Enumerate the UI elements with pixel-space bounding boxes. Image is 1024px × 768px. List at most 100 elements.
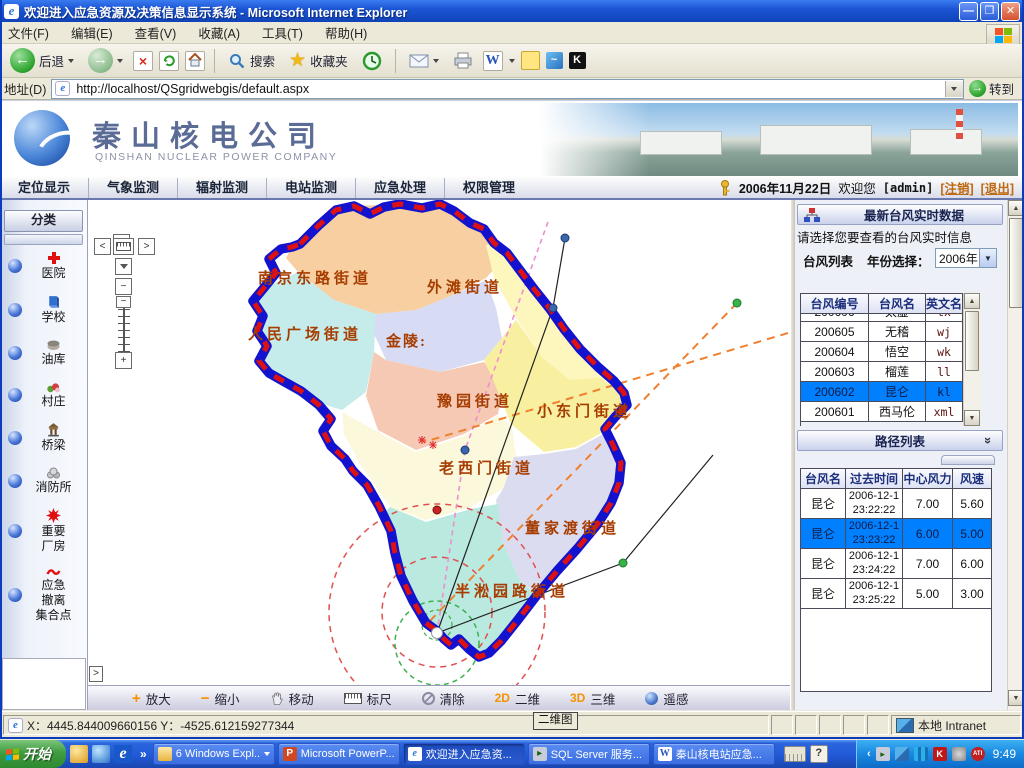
map-tool-pan[interactable]: 移动 xyxy=(270,689,314,708)
path-list-header[interactable]: 路径列表 » xyxy=(797,430,1003,451)
typhoon-row[interactable]: 200604悟空wk xyxy=(801,342,964,362)
quick-launch-icon-1[interactable] xyxy=(70,745,88,763)
zoom-out-step-button[interactable]: − xyxy=(115,278,132,295)
district-map-svg[interactable] xyxy=(88,200,790,685)
tab-radiation-monitoring[interactable]: 辐射监测 xyxy=(178,178,267,198)
address-input[interactable] xyxy=(74,80,941,98)
sidebar-item-bridge[interactable]: 桥梁 xyxy=(0,422,87,453)
stop-button[interactable]: × xyxy=(133,51,153,71)
sidebar-item-school[interactable]: 学校 xyxy=(0,294,87,325)
taskbar-window-word[interactable]: W 秦山核电站应急... xyxy=(653,743,775,765)
home-button[interactable] xyxy=(185,51,205,71)
print-button[interactable] xyxy=(449,50,477,72)
col-header-center-wind[interactable]: 中心风力 xyxy=(903,469,953,489)
combo-arrow-icon[interactable]: ▼ xyxy=(979,249,996,267)
notes-icon[interactable] xyxy=(521,51,540,70)
scroll-up-icon[interactable]: ▲ xyxy=(1008,200,1024,216)
map-corner-expand-button[interactable]: > xyxy=(89,666,103,682)
menu-edit[interactable]: 编辑(E) xyxy=(71,23,113,42)
typhoon-panel-header[interactable]: 最新台风实时数据 xyxy=(797,204,1003,225)
menu-view[interactable]: 查看(V) xyxy=(135,23,177,42)
col-header-path-name[interactable]: 台风名 xyxy=(801,469,846,489)
map-tool-zoom-out[interactable]: − 缩小 xyxy=(201,689,240,708)
sidebar-item-evacuation-point[interactable]: 应急 撤离 集合点 xyxy=(0,567,87,623)
tray-antivirus-icon[interactable]: K xyxy=(933,747,947,761)
go-button[interactable]: → 转到 xyxy=(969,79,1020,98)
taskbar-window-ie-active[interactable]: e 欢迎进入应急资... xyxy=(403,743,525,765)
address-dropdown-button[interactable] xyxy=(945,81,963,97)
path-row[interactable]: 昆仑2006-12-1 23:24:227.006.00 xyxy=(801,549,991,579)
col-header-typhoon-en[interactable]: 英文名 xyxy=(926,294,963,314)
maximize-button[interactable]: ❐ xyxy=(980,2,999,21)
k-tool-icon[interactable]: K xyxy=(569,52,586,69)
minimize-button[interactable]: — xyxy=(959,2,978,21)
panel-scrollbar[interactable]: ▲ ▼ xyxy=(1007,200,1024,710)
close-button[interactable]: ✕ xyxy=(1001,2,1020,21)
tray-sql-icon[interactable]: ▸ xyxy=(876,747,890,761)
sidebar-item-village[interactable]: 村庄 xyxy=(0,380,87,409)
taskbar-window-explorer-group[interactable]: 6 Windows Expl... xyxy=(153,743,275,765)
year-select[interactable]: 2006年 ▼ xyxy=(935,248,997,268)
tab-location-display[interactable]: 定位显示 xyxy=(0,178,89,198)
quick-launch-icon-2[interactable] xyxy=(92,745,110,763)
forward-dropdown-icon[interactable] xyxy=(117,59,123,63)
mail-button[interactable] xyxy=(405,52,443,70)
scroll-down-icon[interactable]: ▼ xyxy=(964,410,980,426)
sidebar-item-fire-station[interactable]: 消防所 xyxy=(0,466,87,495)
menu-file[interactable]: 文件(F) xyxy=(8,23,49,42)
sidebar-item-oil-depot[interactable]: 油库 xyxy=(0,338,87,367)
tray-grid-icon[interactable] xyxy=(914,747,928,761)
zoom-slider[interactable] xyxy=(116,308,132,352)
tray-network-icon[interactable] xyxy=(895,747,909,761)
map-tool-2d[interactable]: 2D 二维 xyxy=(495,689,540,708)
messenger-icon[interactable]: ~ xyxy=(546,52,563,69)
typhoon-list-scrollbar[interactable]: ▲ ▼ xyxy=(963,293,981,426)
menu-help[interactable]: 帮助(H) xyxy=(325,23,367,42)
typhoon-row[interactable]: 200605无稽wj xyxy=(801,322,964,342)
menu-tools[interactable]: 工具(T) xyxy=(262,23,303,42)
logout-link[interactable]: [注销] xyxy=(940,178,973,197)
quick-launch-ie-icon[interactable]: e xyxy=(114,745,132,763)
col-header-typhoon-name[interactable]: 台风名 xyxy=(869,294,926,314)
map-tool-3d[interactable]: 3D 三维 xyxy=(570,689,615,708)
map-tool-clear[interactable]: 清除 xyxy=(422,689,465,708)
taskbar-window-powerpoint[interactable]: P Microsoft PowerP... xyxy=(278,743,400,765)
map-tool-zoom-in[interactable]: + 放大 xyxy=(132,689,171,708)
back-button[interactable]: ← 后退 xyxy=(6,46,78,75)
tab-station-monitoring[interactable]: 电站监测 xyxy=(267,178,356,198)
menu-favorites[interactable]: 收藏(A) xyxy=(198,23,240,42)
sidebar-item-important-plant[interactable]: 重要 厂房 xyxy=(0,508,87,554)
typhoon-row[interactable]: 200601西马伦xml xyxy=(801,402,964,422)
typhoon-row[interactable]: 200606太虚tx xyxy=(801,314,964,322)
sidebar-item-hospital[interactable]: 医院 xyxy=(0,251,87,281)
refresh-button[interactable] xyxy=(159,51,179,71)
col-header-wind-speed[interactable]: 风速 xyxy=(953,469,991,489)
favorites-button[interactable]: ★ 收藏夹 xyxy=(285,49,352,73)
exit-link[interactable]: [退出] xyxy=(981,178,1014,197)
tray-ati-icon[interactable]: ATI xyxy=(971,747,985,761)
quick-launch-overflow-icon[interactable]: » xyxy=(140,747,147,761)
zoom-slider-minus-button[interactable]: − xyxy=(116,296,131,308)
taskbar-window-sql-server[interactable]: ▸ SQL Server 服务... xyxy=(528,743,650,765)
scroll-thumb[interactable] xyxy=(1009,218,1023,308)
sidebar-subbar[interactable] xyxy=(4,234,83,245)
tray-volume-icon[interactable] xyxy=(952,747,966,761)
word-dropdown-icon[interactable] xyxy=(509,59,515,63)
back-dropdown-icon[interactable] xyxy=(68,59,74,63)
map-viewport[interactable]: 南京东路街道 外滩街道 人民广场街道 金陵: 豫园街道 小东门街道 老西门街道 … xyxy=(88,200,790,710)
path-row[interactable]: 昆仑2006-12-1 23:22:227.005.60 xyxy=(801,489,991,519)
sidebar-title[interactable]: 分类 xyxy=(4,210,83,232)
start-button[interactable]: 开始 xyxy=(0,740,66,768)
language-keyboard-icon[interactable] xyxy=(784,746,806,762)
browser-titlebar[interactable]: e 欢迎进入应急资源及决策信息显示系统 - Microsoft Internet… xyxy=(0,0,1024,22)
search-button[interactable]: 搜索 xyxy=(224,49,279,72)
col-header-typhoon-no[interactable]: 台风编号 xyxy=(801,294,869,314)
path-row-selected[interactable]: 昆仑2006-12-1 23:23:226.005.00 xyxy=(801,519,991,549)
mail-dropdown-icon[interactable] xyxy=(433,59,439,63)
path-row[interactable]: 昆仑2006-12-1 23:25:225.003.00 xyxy=(801,579,991,609)
history-button[interactable] xyxy=(358,49,386,73)
forward-button[interactable]: → xyxy=(84,46,127,75)
scroll-up-icon[interactable]: ▲ xyxy=(964,293,980,309)
pan-left-button[interactable]: < xyxy=(94,238,111,255)
tab-permission-management[interactable]: 权限管理 xyxy=(445,178,533,198)
